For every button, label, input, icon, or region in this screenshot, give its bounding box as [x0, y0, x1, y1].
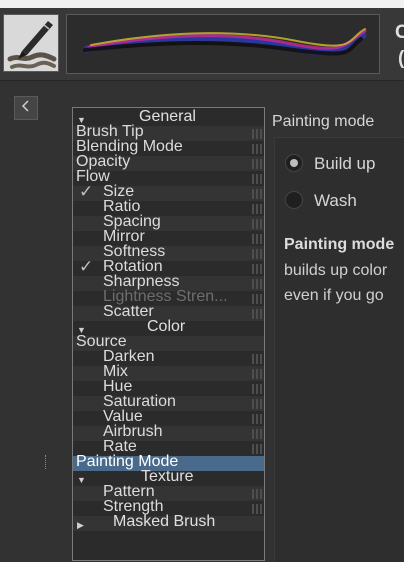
wash-radio[interactable] — [285, 191, 303, 209]
drag-grip-icon — [252, 264, 264, 274]
option-label: Source — [76, 333, 127, 350]
option-label: Opacity — [76, 153, 131, 170]
option-row-darken[interactable]: Darken — [73, 348, 264, 366]
brush-option-list[interactable]: ▼ General Brush Tip Blending Mode Opacity Flo… — [72, 107, 265, 561]
drag-grip-icon — [252, 219, 264, 229]
option-label: Darken — [103, 348, 155, 365]
option-row-size[interactable]: ✓ Size — [73, 183, 264, 201]
checkmark-icon[interactable]: ✓ — [79, 258, 93, 275]
description-title: Painting mode — [284, 236, 395, 253]
drag-grip-icon — [252, 249, 264, 259]
drag-grip-icon — [252, 414, 264, 424]
option-row-spacing[interactable]: Spacing — [73, 213, 264, 231]
drag-grip-icon — [252, 234, 264, 244]
drag-grip-icon — [252, 279, 264, 289]
option-label: Painting Mode — [76, 453, 179, 470]
build-up-radio[interactable] — [285, 154, 303, 172]
drag-grip-icon — [252, 204, 264, 214]
preset-name: C — [395, 22, 404, 43]
drag-grip-icon — [252, 174, 264, 184]
collapsed-arrow-icon[interactable]: ▶ — [77, 518, 84, 533]
option-row-mix[interactable]: Mix — [73, 363, 264, 381]
option-label: Airbrush — [103, 423, 163, 440]
splitter-handle[interactable] — [45, 455, 48, 469]
description-line-2: even if you go — [284, 287, 384, 304]
preset-subtitle: ( — [398, 48, 404, 69]
option-label: Strength — [103, 498, 164, 515]
option-row-airbrush[interactable]: Airbrush — [73, 423, 264, 441]
drag-grip-icon — [252, 309, 264, 319]
option-row-lightness-stren: Lightness Stren... — [73, 288, 264, 306]
window-top-strip — [0, 0, 404, 8]
collapse-sidebar-button[interactable] — [14, 96, 38, 120]
option-label: Ratio — [103, 198, 141, 215]
option-label: Mix — [103, 363, 128, 380]
option-row-mirror[interactable]: Mirror — [73, 228, 264, 246]
drag-grip-icon — [252, 384, 264, 394]
option-label: Sharpness — [103, 273, 180, 290]
option-label: Size — [103, 183, 135, 200]
option-label: Hue — [103, 378, 133, 395]
drag-grip-icon — [252, 369, 264, 379]
option-label: Lightness Stren... — [103, 288, 228, 305]
option-label: Rate — [103, 438, 137, 455]
option-label: Value — [103, 408, 143, 425]
chevron-left-icon — [21, 99, 31, 117]
drag-grip-icon — [252, 294, 264, 304]
wash-label[interactable]: Wash — [314, 191, 357, 211]
option-label: Softness — [103, 243, 166, 260]
description-line-1: builds up color — [284, 262, 388, 279]
option-label: Blending Mode — [76, 138, 183, 155]
option-label: Mirror — [103, 228, 145, 245]
option-label: Scatter — [103, 303, 154, 320]
panel-title: Painting mode — [272, 113, 375, 130]
option-row-pattern[interactable]: Pattern — [73, 483, 264, 501]
option-label: Spacing — [103, 213, 161, 230]
build-up-label[interactable]: Build up — [314, 154, 375, 174]
option-row-value[interactable]: Value — [73, 408, 264, 426]
option-label: Saturation — [103, 393, 176, 410]
option-row-source[interactable]: Source — [73, 333, 264, 351]
stroke-preview — [66, 14, 380, 74]
drag-grip-icon — [252, 189, 264, 199]
option-row-ratio[interactable]: Ratio — [73, 198, 264, 216]
drag-grip-icon — [252, 129, 264, 139]
option-label: Brush Tip — [76, 123, 144, 140]
option-row-flow[interactable]: Flow — [73, 169, 264, 186]
option-row-softness[interactable]: Softness — [73, 243, 264, 261]
drag-grip-icon — [252, 504, 264, 514]
option-row-saturation[interactable]: Saturation — [73, 393, 264, 411]
drag-grip-icon — [252, 399, 264, 409]
option-label: Masked Brush — [113, 513, 216, 530]
drag-grip-icon — [252, 489, 264, 499]
option-row-masked-brush[interactable]: ▶ Masked Brush — [73, 513, 264, 533]
drag-grip-icon — [252, 429, 264, 439]
option-label: General — [139, 108, 196, 125]
drag-grip-icon — [252, 354, 264, 364]
header-separator — [0, 80, 404, 81]
checkmark-icon[interactable]: ✓ — [79, 183, 93, 200]
drag-grip-icon — [252, 144, 264, 154]
option-label: Pattern — [103, 483, 155, 500]
drag-grip-icon — [252, 159, 264, 169]
option-label: Texture — [141, 468, 194, 485]
drag-grip-icon — [252, 444, 264, 454]
option-label: Color — [147, 318, 186, 335]
option-row-texture[interactable]: ▼ Texture — [73, 468, 264, 486]
brush-preset-icon[interactable] — [3, 14, 59, 72]
option-label: Rotation — [103, 258, 163, 275]
